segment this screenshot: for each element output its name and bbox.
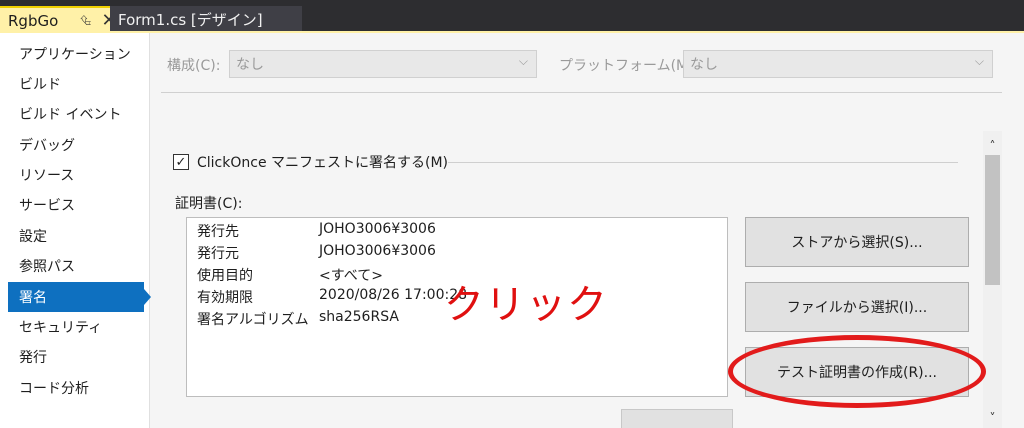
sidebar-item-build-events[interactable]: ビルド イベント (8, 99, 144, 129)
platform-label: プラットフォーム(M): (559, 58, 699, 74)
cert-row-issued-to: 発行先 JOHO3006¥3006 (197, 221, 436, 241)
vertical-scrollbar[interactable]: ˄ ˅ (983, 131, 1002, 428)
scroll-thumb[interactable] (985, 155, 1000, 285)
cert-key: 有効期限 (197, 290, 253, 306)
sidebar-item-resources[interactable]: リソース (8, 160, 144, 190)
sidebar-item-signing[interactable]: 署名 (8, 282, 144, 312)
certificate-label: 証明書(C): (175, 196, 243, 212)
create-test-certificate-button[interactable]: テスト証明書の作成(R)... (745, 347, 969, 397)
tab-label: RgbGo (8, 11, 59, 30)
cert-key: 発行先 (197, 224, 239, 240)
configuration-label: 構成(C): (167, 58, 221, 74)
sidebar-item-reference-paths[interactable]: 参照パス (8, 251, 144, 281)
tab-label: Form1.cs [デザイン] (118, 11, 263, 29)
cert-value: JOHO3006¥3006 (319, 221, 436, 237)
project-properties-sidebar: アプリケーション ビルド ビルド イベント デバッグ リソース サービス 設定 … (0, 33, 151, 428)
document-tab-bar: RgbGo ⮴ ✕ Form1.cs [デザイン] (0, 0, 1024, 33)
cert-row-signature-algorithm: 署名アルゴリズム sha256RSA (197, 309, 399, 329)
cert-row-expiration: 有効期限 2020/08/26 17:00:28 (197, 287, 467, 307)
sidebar-item-debug[interactable]: デバッグ (8, 130, 144, 160)
cert-value: JOHO3006¥3006 (319, 243, 436, 259)
chevron-down-icon: ⌵ (974, 54, 984, 68)
sidebar-item-application[interactable]: アプリケーション (8, 39, 144, 69)
sidebar-item-settings[interactable]: 設定 (8, 221, 144, 251)
sidebar-item-services[interactable]: サービス (8, 190, 144, 220)
sidebar-item-label: 署名 (19, 290, 47, 306)
group-divider (448, 162, 958, 163)
sign-manifest-label[interactable]: ClickOnce マニフェストに署名する(M) (197, 152, 448, 172)
chevron-down-icon: ⌵ (518, 54, 528, 68)
cert-key: 使用目的 (197, 268, 253, 284)
sidebar-item-publish[interactable]: 発行 (8, 342, 144, 372)
platform-select[interactable]: なし ⌵ (683, 50, 993, 78)
select-from-file-button[interactable]: ファイルから選択(I)... (745, 282, 969, 332)
configuration-select[interactable]: なし ⌵ (229, 50, 537, 78)
divider (161, 92, 1002, 93)
cert-row-purpose: 使用目的 <すべて> (197, 265, 383, 285)
sidebar-item-security[interactable]: セキュリティ (8, 312, 144, 342)
sidebar-item-code-analysis[interactable]: コード分析 (8, 373, 144, 403)
sidebar-item-build[interactable]: ビルド (8, 69, 144, 99)
selection-arrow-icon (144, 289, 151, 305)
configuration-value: なし (236, 57, 264, 73)
signing-page: 構成(C): なし ⌵ プラットフォーム(M): なし ⌵ ✓ ClickOnc… (151, 33, 1024, 428)
cert-key: 署名アルゴリズム (197, 312, 309, 328)
scroll-down-icon[interactable]: ˅ (983, 408, 1002, 428)
select-from-store-button[interactable]: ストアから選択(S)... (745, 217, 969, 267)
sign-manifest-row: ✓ ClickOnce マニフェストに署名する(M) (173, 152, 448, 172)
tab-rgbgo[interactable]: RgbGo ⮴ ✕ (0, 6, 117, 33)
more-details-button[interactable] (621, 409, 733, 428)
sign-manifest-checkbox[interactable]: ✓ (173, 154, 189, 170)
platform-value: なし (690, 57, 718, 73)
click-annotation: クリック (444, 282, 608, 328)
cert-value: sha256RSA (319, 309, 399, 325)
pin-icon[interactable]: ⮴ (80, 13, 91, 29)
cert-key: 発行元 (197, 246, 239, 262)
cert-row-issued-by: 発行元 JOHO3006¥3006 (197, 243, 436, 263)
cert-value: <すべて> (319, 268, 383, 284)
tab-form1-design[interactable]: Form1.cs [デザイン] (110, 6, 302, 33)
